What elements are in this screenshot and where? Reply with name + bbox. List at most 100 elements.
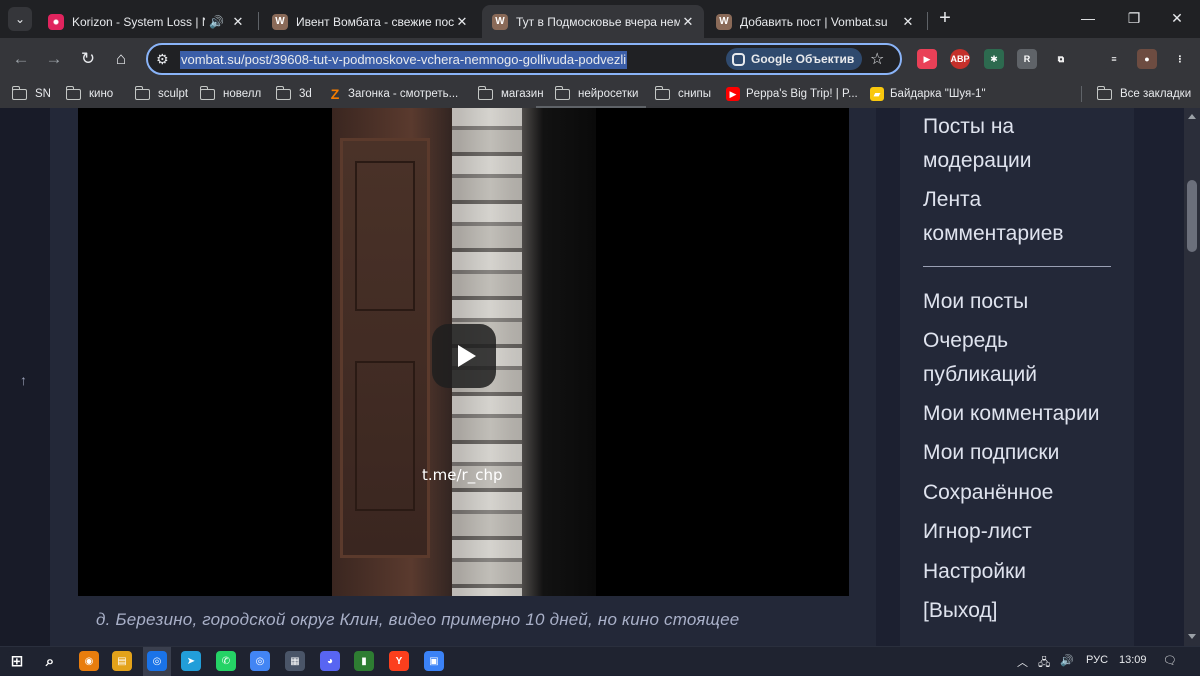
adblock-icon[interactable]: ABP (950, 49, 970, 69)
bookmark-item[interactable]: магазин (477, 85, 544, 103)
close-tab-icon[interactable]: ✕ (230, 14, 246, 30)
telegram-icon[interactable]: ➤ (181, 651, 201, 671)
all-bookmarks-label: Все закладки (1120, 88, 1192, 100)
clock[interactable]: 13:09 (1119, 654, 1147, 666)
extensions-icon[interactable]: ⧉ (1051, 49, 1071, 69)
media-icon[interactable]: ▶ (917, 49, 937, 69)
sidebar-link[interactable]: Мои подписки (923, 436, 1123, 470)
tab-title: Добавить пост | Vombat.su (740, 14, 888, 29)
korizon-favicon-icon (48, 13, 64, 30)
bookmark-label: 3d (299, 88, 312, 100)
start-icon[interactable]: ⊞ (7, 651, 27, 671)
bookmark-label: снипы (678, 88, 712, 100)
url-text[interactable]: vombat.su/post/39608-tut-v-podmoskove-vc… (180, 51, 628, 69)
sidebar-link[interactable]: Мои комментарии (923, 397, 1123, 431)
audio-playing-icon[interactable]: 🔊 (209, 15, 224, 29)
bookmark-item[interactable]: sculpt (134, 85, 188, 103)
discord-icon[interactable]: ◕ (320, 651, 340, 671)
close-tab-icon[interactable]: ✕ (900, 14, 916, 30)
tab-add-post[interactable]: W Добавить пост | Vombat.su ✕ (706, 5, 924, 38)
photos-icon[interactable]: ▣ (424, 651, 444, 671)
home-button[interactable]: ⌂ (110, 48, 132, 70)
language-indicator[interactable]: РУС (1086, 654, 1108, 666)
google-lens-button[interactable]: Google Объектив (726, 48, 863, 70)
close-tab-icon[interactable]: ✕ (454, 14, 470, 30)
calculator-icon[interactable]: ▦ (285, 651, 305, 671)
blender-icon[interactable]: ◉ (79, 651, 99, 671)
bookmark-item[interactable]: ▰ Байдарка "Шуя-1" (870, 85, 986, 103)
back-button[interactable]: ← (10, 48, 32, 70)
lens-label: Google Объектив (751, 52, 855, 66)
bookmark-item[interactable]: ▶ Peppa's Big Trip! | P... (726, 85, 858, 103)
tab-vombat-event[interactable]: W Ивент Вомбата - свежие посты ✕ (262, 5, 478, 38)
sidebar-link[interactable]: Посты на модерации (923, 110, 1113, 178)
network-icon[interactable]: 🖧 (1038, 654, 1050, 673)
bookmark-label: Байдарка "Шуя-1" (890, 88, 986, 100)
address-bar[interactable]: ⚙ vombat.su/post/39608-tut-v-podmoskove-… (146, 43, 902, 75)
bookmark-item[interactable]: кино (65, 85, 113, 103)
volume-icon[interactable]: 🔊 (1060, 654, 1074, 667)
vombat-favicon-icon: W (492, 13, 508, 30)
new-tab-button[interactable]: + (934, 8, 956, 30)
scroll-to-top-icon[interactable]: ↑ (20, 372, 27, 388)
sidebar-link[interactable]: [Выход] (923, 594, 1123, 628)
puzzle-color-icon[interactable]: ✱ (984, 49, 1004, 69)
sidebar-link[interactable]: Игнор-лист (923, 515, 1123, 549)
post-content: t.me/r_chp д. Березино, городской округ … (50, 108, 876, 646)
close-tab-icon[interactable]: ✕ (680, 14, 696, 30)
search-icon[interactable]: ⌕ (40, 651, 60, 671)
close-window-button[interactable]: ✕ (1167, 8, 1187, 28)
sidebar-link[interactable]: Настройки (923, 555, 1123, 589)
profile-avatar-icon[interactable]: ● (1137, 49, 1157, 69)
bookmark-item[interactable]: Z Загонка - смотреть... (328, 85, 459, 103)
scroll-thumb[interactable] (1187, 180, 1197, 252)
all-bookmarks-button[interactable]: Все закладки (1096, 85, 1192, 103)
bookmark-label: Загонка - смотреть... (348, 88, 459, 100)
media-control-icon[interactable]: ≡ (1104, 49, 1124, 69)
tab-search-button[interactable]: ⌄ (8, 7, 32, 31)
bookmark-item[interactable]: новелл (199, 85, 261, 103)
sidebar-link[interactable]: Лента комментариев (923, 183, 1113, 251)
minimize-button[interactable]: — (1078, 8, 1098, 28)
tab-korizon[interactable]: Korizon - System Loss | Night 🔊 ✕ (38, 5, 254, 38)
bookmark-item[interactable]: 3d (275, 85, 312, 103)
sidebar-link[interactable]: Мои посты (923, 285, 1123, 319)
bookmark-item[interactable]: снипы (654, 85, 712, 103)
tray-overflow-icon[interactable]: ︿ (1017, 654, 1028, 670)
door-panel (355, 161, 415, 311)
bookmark-item[interactable]: SN (11, 85, 51, 103)
play-button[interactable] (432, 324, 496, 388)
sidebar-divider (923, 266, 1111, 267)
whatsapp-icon[interactable]: ✆ (216, 651, 236, 671)
menu-icon[interactable]: ⋮ (1170, 49, 1190, 69)
green-app-icon[interactable]: ▮ (354, 651, 374, 671)
bookmark-star-icon[interactable]: ☆ (870, 49, 884, 69)
restore-button[interactable]: ❐ (1124, 8, 1144, 28)
tab-strip: ⌄ Korizon - System Loss | Night 🔊 ✕ W Ив… (0, 0, 1200, 38)
chrome-icon[interactable]: ◎ (147, 651, 167, 671)
sidebar-link[interactable]: Сохранённое (923, 476, 1123, 510)
bookmark-label: нейросетки (578, 88, 639, 100)
tab-title: Ивент Вомбата - свежие посты (296, 14, 454, 29)
scroll-down-arrow[interactable] (1188, 634, 1196, 639)
site-info-icon[interactable]: ⚙ (156, 51, 169, 68)
sidebar-link[interactable]: Очередь публикаций (923, 324, 1073, 392)
tab-active-post[interactable]: W Тут в Подмосковье вчера немн ✕ (482, 5, 704, 38)
file-explorer-icon[interactable]: ▤ (112, 651, 132, 671)
notifications-icon[interactable]: 🗨 (1163, 654, 1177, 667)
folder-icon (654, 85, 670, 100)
bookmark-item[interactable]: нейросетки (554, 85, 639, 103)
tab-separator (927, 12, 928, 30)
forward-button[interactable]: → (43, 48, 65, 70)
play-icon (457, 345, 476, 367)
r-extension-icon[interactable]: R (1017, 49, 1037, 69)
video-player[interactable]: t.me/r_chp (78, 108, 849, 596)
yandex-icon[interactable]: Y (389, 651, 409, 671)
chrome-alt-icon[interactable]: ◎ (250, 651, 270, 671)
scroll-up-arrow[interactable] (1188, 114, 1196, 119)
page-scrollbar[interactable] (1184, 108, 1200, 646)
reload-button[interactable]: ↻ (77, 48, 99, 70)
folder-icon (134, 85, 150, 100)
tab-title: Тут в Подмосковье вчера немн (516, 14, 680, 29)
vombat-favicon-icon: W (716, 13, 732, 30)
